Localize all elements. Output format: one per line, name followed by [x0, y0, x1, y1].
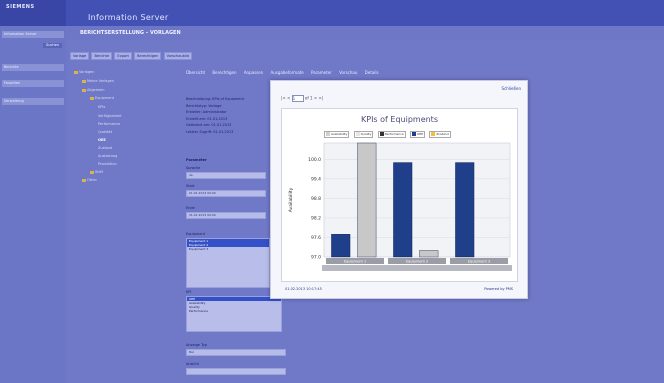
- tab-export[interactable]: Export: [114, 52, 132, 60]
- tree-item[interactable]: Vorlagen: [74, 70, 94, 74]
- info-line: Beschreibung: KPIs of Equipment: [186, 97, 245, 101]
- info-line: Geändert am: 01.01.2013: [186, 123, 232, 127]
- y-tick-label: 99.4: [311, 176, 321, 182]
- bar: [331, 233, 351, 258]
- content-tab-vorschau[interactable]: Vorschau: [339, 70, 357, 75]
- display-type-select[interactable]: Bar: [186, 349, 286, 356]
- app-title: Information Server: [88, 13, 169, 22]
- tree-item[interactable]: Meine Vorlagen: [82, 79, 114, 83]
- chart-preview-dialog: Schließen |< < 1 of 1 > >| KPIs of Equip…: [270, 80, 528, 299]
- y-tick-label: 98.8: [311, 196, 321, 202]
- tree-item[interactable]: KPIs: [98, 105, 105, 109]
- tree-item[interactable]: Equipment: [90, 96, 114, 100]
- header-bar: Information Server: [66, 0, 664, 26]
- pager-next-last[interactable]: of 1 > >|: [305, 96, 323, 101]
- bar: [393, 162, 413, 258]
- display-type-label: Anzeige Typ: [186, 343, 207, 347]
- sidebar-item-information-server[interactable]: Information Server: [2, 31, 64, 38]
- list-item[interactable]: Performance: [187, 309, 281, 313]
- end-date-field[interactable]: 31.01.2013 00:00: [186, 212, 266, 219]
- content-tab-berechtigen[interactable]: Berechtigen: [212, 70, 236, 75]
- field-label: Start: [186, 184, 195, 188]
- tree-item[interactable]: Verfügbarkeit: [98, 114, 122, 118]
- language-field[interactable]: de: [186, 172, 266, 179]
- tab-berichte[interactable]: Berichte: [91, 52, 113, 60]
- tab-vorschaubild[interactable]: Vorschaubild: [163, 52, 193, 60]
- y-tick-label: 98.2: [311, 215, 321, 221]
- folder-icon: [90, 96, 94, 100]
- equipment-listbox[interactable]: Equipment 1 Equipment 2 Equipment 3: [186, 238, 270, 288]
- folder-icon: [90, 170, 94, 174]
- brand-logo: SIEMENS: [0, 0, 66, 26]
- content-tab-uebersicht[interactable]: Übersicht: [186, 70, 205, 75]
- tree-item[interactable]: Auslastung: [98, 154, 117, 158]
- tab-berechtigen[interactable]: Berechtigen: [134, 52, 162, 60]
- view-label: Ansicht: [186, 362, 199, 366]
- folder-icon: [74, 70, 78, 74]
- chart-panel: KPIs of Equipments Availability Quality …: [281, 108, 518, 282]
- powered-by-link[interactable]: Powered by PMS: [484, 287, 513, 291]
- list-item[interactable]: Equipment 3: [187, 247, 269, 251]
- tree-item[interactable]: Produktion: [98, 162, 117, 166]
- bar: [419, 250, 439, 258]
- info-line: Erstellt am: 01.01.2013: [186, 116, 228, 121]
- content-tab-details[interactable]: Details: [365, 70, 379, 75]
- chart-base: [322, 265, 512, 271]
- field-label: Ende: [186, 206, 195, 210]
- start-date-field[interactable]: 01.01.2013 00:00: [186, 190, 266, 197]
- page-header: BERICHTSERSTELLUNG – VORLAGEN: [66, 26, 664, 40]
- plot-area: [323, 142, 511, 258]
- parameter-section-label: Parameter: [186, 158, 207, 162]
- main-tabs: Vorlage Berichte Export Berechtigen Vors…: [70, 52, 193, 60]
- tree-item-selected[interactable]: OEE: [98, 138, 106, 142]
- tab-vorlage[interactable]: Vorlage: [70, 52, 90, 60]
- content-tab-parameter[interactable]: Parameter: [311, 70, 332, 75]
- view-select[interactable]: [186, 368, 286, 375]
- tree-item[interactable]: Qualität: [98, 130, 112, 134]
- x-tick-label: Equipment 1: [344, 260, 366, 264]
- folder-icon: [82, 79, 86, 83]
- kpi-listbox[interactable]: OEE Availability Quality Performance: [186, 296, 282, 332]
- brand-name: SIEMENS: [6, 4, 35, 10]
- folder-icon: [82, 88, 86, 92]
- sidebar-item-verwaltung[interactable]: Verwaltung: [2, 98, 64, 105]
- report-info: Beschreibung: KPIs of Equipment Berichts…: [186, 97, 268, 136]
- sidebar-search-button[interactable]: Suchen: [43, 43, 62, 48]
- tree-item[interactable]: Performance: [98, 122, 120, 126]
- y-tick-label: 97.0: [311, 255, 321, 261]
- sidebar-item-favoriten[interactable]: Favoriten: [2, 80, 64, 87]
- field-label: Sprache: [186, 166, 201, 170]
- tree-item[interactable]: Shift: [90, 170, 103, 174]
- bar: [455, 162, 475, 258]
- y-tick-label: 100.0: [308, 157, 321, 163]
- pager: |< < 1 of 1 > >|: [281, 95, 323, 102]
- info-line: Ersteller: Administrator: [186, 110, 227, 114]
- chart-plot: 97.0 97.6 98.2 98.8 99.4 100.0 Availability Equ…: [288, 142, 512, 271]
- kpi-label: KPI: [186, 290, 192, 294]
- report-timestamp: 01.02.2013 10:17:45: [285, 287, 322, 291]
- pager-first-prev[interactable]: |< <: [281, 96, 290, 101]
- y-axis-label: Availability: [288, 187, 294, 212]
- content-tab-anpassen[interactable]: Anpassen: [244, 70, 263, 75]
- equipment-label: Equipment: [186, 232, 205, 236]
- folder-icon: [82, 178, 86, 182]
- tree-item[interactable]: Other: [82, 178, 97, 182]
- page-number-input[interactable]: 1: [291, 95, 304, 102]
- sidebar: SIEMENS Information Server Suchen Berich…: [0, 0, 66, 383]
- x-tick-label: Equipment 3: [468, 260, 490, 264]
- tree-item[interactable]: Allgemein: [82, 88, 104, 92]
- sidebar-item-berichte[interactable]: Berichte: [2, 64, 64, 71]
- content-tabs: Übersicht Berechtigen Anpassen Ausgabefo…: [186, 70, 385, 75]
- content-tab-ausgabeformate[interactable]: Ausgabeformate: [271, 70, 304, 75]
- y-tick-label: 97.6: [311, 235, 321, 241]
- info-line: Berichtstyp: Vorlage: [186, 103, 222, 108]
- page-title: BERICHTSERSTELLUNG – VORLAGEN: [80, 30, 181, 36]
- info-line: Letzter Zugriff: 01.01.2013: [186, 129, 234, 134]
- close-button[interactable]: Schließen: [502, 86, 521, 91]
- bar: [357, 142, 377, 258]
- x-tick-label: Equipment 2: [406, 260, 428, 264]
- tree-item[interactable]: Zustand: [98, 146, 112, 150]
